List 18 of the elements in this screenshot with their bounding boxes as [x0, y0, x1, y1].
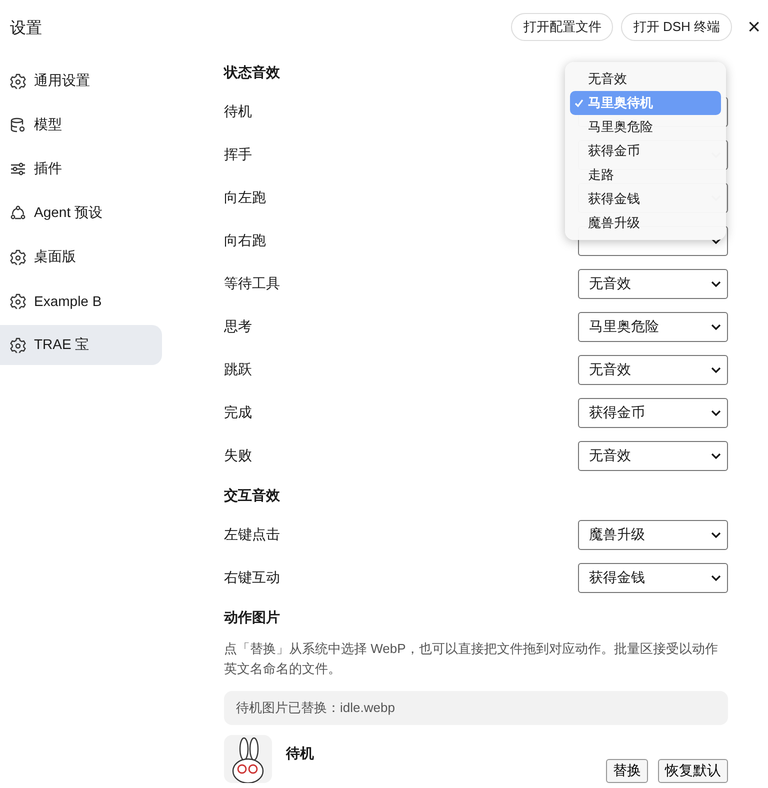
row-label: 右键互动: [224, 568, 280, 586]
row-label: 完成: [224, 404, 252, 422]
notice-banner: 待机图片已替换：idle.webp: [224, 691, 728, 725]
action-name: 待机: [286, 745, 315, 763]
row-label: 挥手: [224, 146, 252, 164]
row-label: 向左跑: [224, 188, 266, 206]
row-label: 跳跃: [224, 360, 252, 378]
row-label: 待机: [224, 102, 252, 120]
section-title: 状态音效: [224, 63, 280, 82]
row-label: 等待工具: [224, 274, 280, 292]
section-title: 交互音效: [224, 486, 280, 505]
row-label: 失败: [224, 446, 252, 464]
row-label: 向右跑: [224, 232, 266, 250]
settings-title: 设置: [9, 19, 43, 39]
section-title: 动作图片: [224, 608, 280, 627]
row-label: 思考: [224, 318, 252, 336]
hint-text: 点「替换」从系统中选择 WebP，也可以直接把文件拖到对应动作。批量区接受以动作英文名命名的文件。: [224, 640, 719, 678]
row-label: 左键点击: [224, 526, 280, 544]
